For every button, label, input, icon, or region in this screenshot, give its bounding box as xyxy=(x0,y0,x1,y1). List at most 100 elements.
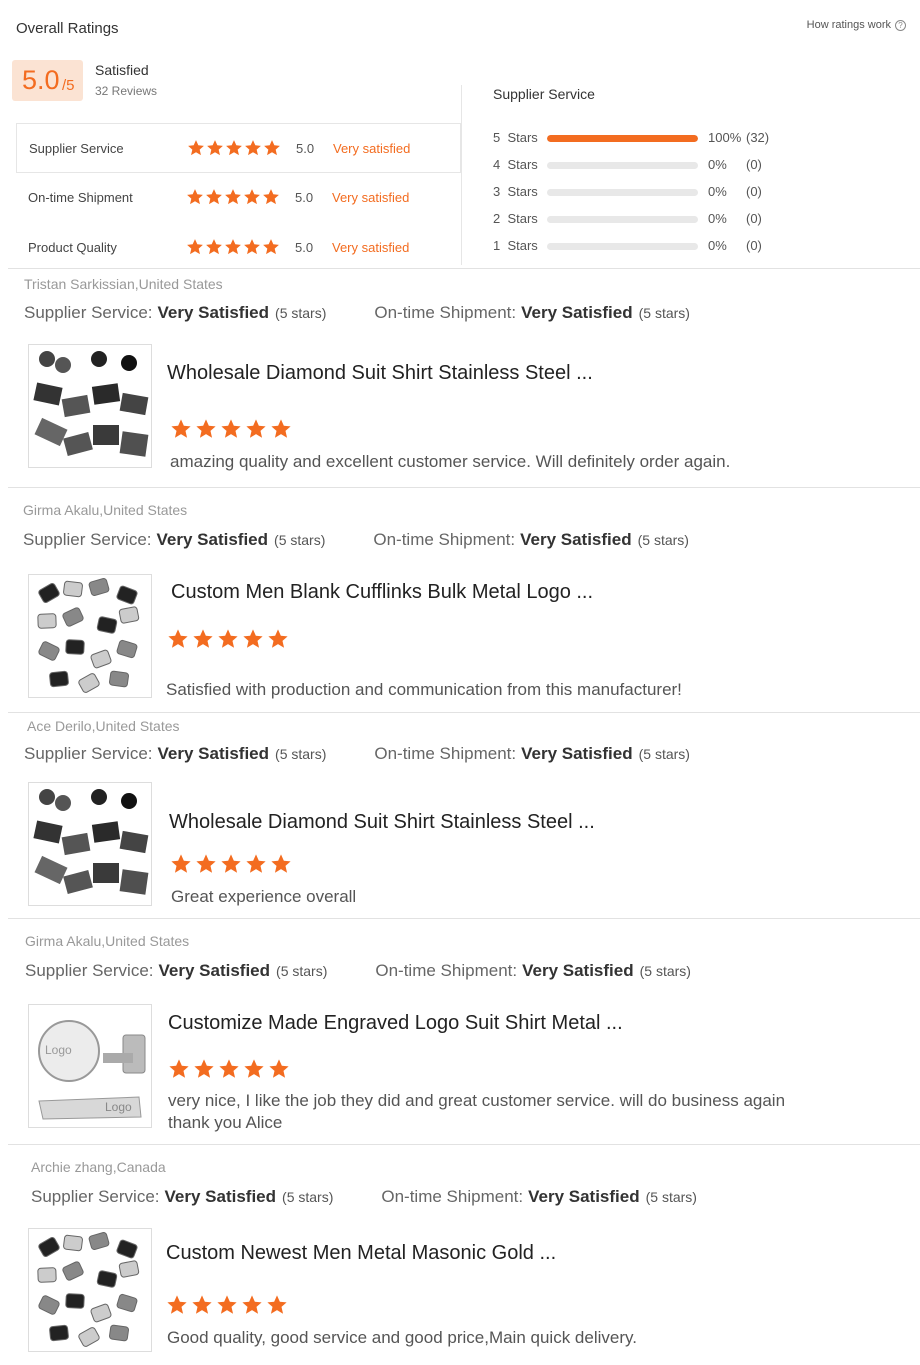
supplier-service-stars: (5 stars) xyxy=(275,305,327,321)
review-separator xyxy=(8,712,920,713)
star-icon xyxy=(225,189,241,205)
distribution-bar xyxy=(547,135,698,142)
distribution-count: (0) xyxy=(746,184,762,199)
distribution-row: 4 Stars 0% (0) xyxy=(493,157,793,173)
distribution-percent: 100% xyxy=(708,130,742,145)
distribution-count: (0) xyxy=(746,157,762,172)
review-author: Girma Akalu,United States xyxy=(25,933,190,949)
product-thumbnail[interactable] xyxy=(28,574,152,698)
overall-score-max: /5 xyxy=(62,77,75,94)
supplier-service-value: Very Satisfied xyxy=(157,744,270,763)
distribution-label: 2 Stars xyxy=(493,211,538,226)
product-title-link[interactable]: Custom Newest Men Metal Masonic Gold ... xyxy=(166,1242,556,1265)
star-icon xyxy=(226,140,242,156)
product-thumbnail[interactable] xyxy=(28,344,152,468)
product-title-link[interactable]: Custom Men Blank Cufflinks Bulk Metal Lo… xyxy=(171,581,593,604)
review-separator xyxy=(8,1144,920,1145)
category-label: Supplier Service xyxy=(29,140,124,156)
star-icon xyxy=(244,1059,264,1078)
review-star-rating xyxy=(167,628,289,650)
category-rating-row: Supplier Service 5.0 Very satisfied xyxy=(16,123,461,173)
star-icon xyxy=(187,189,203,205)
review-star-rating xyxy=(166,1294,288,1316)
star-icon xyxy=(221,854,241,873)
review-text: Satisfied with production and communicat… xyxy=(166,680,682,699)
product-title-link[interactable]: Wholesale Diamond Suit Shirt Stainless S… xyxy=(169,811,595,834)
category-score: 5.0 xyxy=(295,239,314,255)
star-icon xyxy=(206,189,222,205)
review-author: Girma Akalu,United States xyxy=(23,502,188,518)
review-author: Ace Derilo,United States xyxy=(27,718,180,734)
star-icon xyxy=(267,1295,287,1314)
distribution-bar xyxy=(547,243,698,250)
supplier-service-stars: (5 stars) xyxy=(275,746,327,762)
star-icon xyxy=(171,419,191,438)
star-icon xyxy=(246,419,266,438)
review-separator xyxy=(8,918,920,919)
help-icon: ? xyxy=(895,19,906,31)
review-service-ratings: Supplier Service: Very Satisfied (5 stars)… xyxy=(24,744,690,764)
star-icon xyxy=(207,140,223,156)
distribution-count: (0) xyxy=(746,211,762,226)
star-icon xyxy=(196,419,216,438)
distribution-bar xyxy=(547,216,698,223)
supplier-service-label: Supplier Service: xyxy=(24,303,153,322)
star-icon xyxy=(193,629,213,648)
distribution-label: 1 Stars xyxy=(493,238,538,253)
distribution-row: 3 Stars 0% (0) xyxy=(493,184,793,200)
star-icon xyxy=(225,239,241,255)
ontime-shipment-value: Very Satisfied xyxy=(520,530,632,549)
category-label: On-time Shipment xyxy=(28,189,133,205)
category-rating-row: Product Quality 5.0 Very satisfied xyxy=(16,222,461,272)
star-icon xyxy=(217,1295,237,1314)
logo-engraving-text: Logo xyxy=(105,1100,132,1114)
category-label: Product Quality xyxy=(28,239,117,255)
review-author: Tristan Sarkissian,United States xyxy=(24,276,223,292)
ontime-shipment-stars: (5 stars) xyxy=(645,1189,697,1205)
ontime-shipment-label: On-time Shipment: xyxy=(374,303,517,322)
distribution-count: (0) xyxy=(746,238,762,253)
supplier-service-value: Very Satisfied xyxy=(156,530,269,549)
star-icon xyxy=(192,1295,212,1314)
ontime-shipment-label: On-time Shipment: xyxy=(374,744,517,763)
product-title-link[interactable]: Wholesale Diamond Suit Shirt Stainless S… xyxy=(167,362,593,385)
distribution-label: 3 Stars xyxy=(493,184,538,199)
product-thumbnail[interactable]: Logo Logo xyxy=(28,1004,152,1128)
supplier-service-label: Supplier Service: xyxy=(24,744,153,763)
distribution-row: 5 Stars 100% (32) xyxy=(493,130,793,146)
distribution-bar xyxy=(547,189,698,196)
star-rating xyxy=(187,139,281,157)
distribution-bar xyxy=(547,162,698,169)
review-author: Archie zhang,Canada xyxy=(31,1159,166,1175)
product-title-link[interactable]: Customize Made Engraved Logo Suit Shirt … xyxy=(168,1012,623,1035)
distribution-percent: 0% xyxy=(708,157,727,172)
category-score: 5.0 xyxy=(296,140,315,156)
star-icon xyxy=(271,419,291,438)
star-icon xyxy=(244,189,260,205)
supplier-service-label: Supplier Service: xyxy=(23,530,152,549)
ontime-shipment-stars: (5 stars) xyxy=(638,305,690,321)
star-icon xyxy=(219,1059,239,1078)
star-icon xyxy=(171,854,191,873)
distribution-title: Supplier Service xyxy=(493,86,595,102)
how-ratings-work-link[interactable]: How ratings work ? xyxy=(807,19,906,31)
review-star-rating xyxy=(170,418,292,440)
product-thumbnail[interactable] xyxy=(28,1228,152,1352)
supplier-service-label: Supplier Service: xyxy=(25,961,154,980)
star-icon xyxy=(167,1295,187,1314)
star-rating xyxy=(186,238,280,256)
product-thumbnail[interactable] xyxy=(28,782,152,906)
product-image xyxy=(37,1232,140,1347)
ontime-shipment-stars: (5 stars) xyxy=(639,963,691,979)
review-separator xyxy=(8,268,920,269)
supplier-service-value: Very Satisfied xyxy=(158,961,271,980)
star-icon xyxy=(168,629,188,648)
star-icon xyxy=(169,1059,189,1078)
product-image xyxy=(37,578,140,693)
overall-score: 5.0 xyxy=(22,65,60,95)
ontime-shipment-value: Very Satisfied xyxy=(521,303,633,322)
review-star-rating xyxy=(168,1058,290,1080)
supplier-service-value: Very Satisfied xyxy=(157,303,270,322)
product-image xyxy=(38,1020,146,1120)
distribution-percent: 0% xyxy=(708,211,727,226)
